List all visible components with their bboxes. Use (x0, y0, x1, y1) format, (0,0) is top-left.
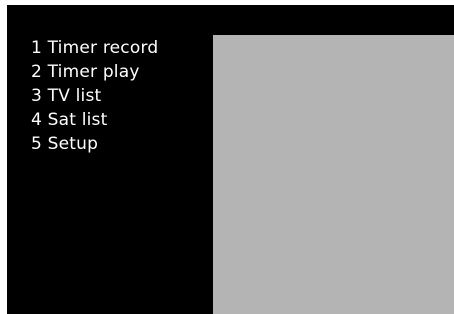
menu-item-setup[interactable]: 5 Setup (31, 132, 158, 156)
menu-item-timer-record[interactable]: 1 Timer record (31, 36, 158, 60)
menu-item-sat-list[interactable]: 4 Sat list (31, 108, 158, 132)
main-menu: 1 Timer record 2 Timer play 3 TV list 4 … (31, 36, 158, 156)
preview-pane (213, 35, 454, 314)
menu-item-tv-list[interactable]: 3 TV list (31, 84, 158, 108)
menu-item-timer-play[interactable]: 2 Timer play (31, 60, 158, 84)
